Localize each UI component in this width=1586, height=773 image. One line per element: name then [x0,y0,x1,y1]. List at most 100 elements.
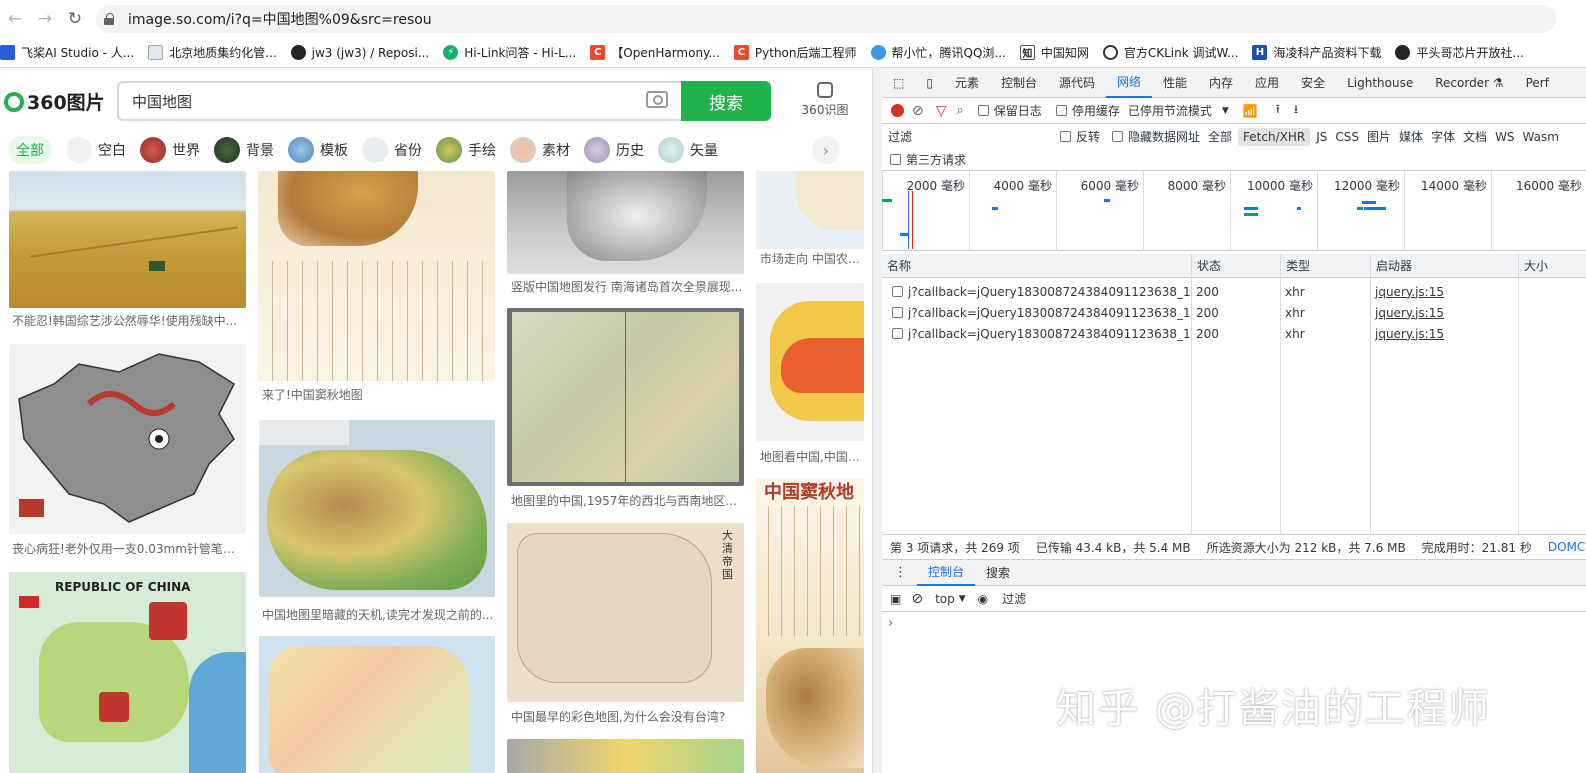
category-history[interactable]: 历史 [584,136,644,164]
tab-application[interactable]: 应用 [1244,68,1290,98]
tab-console[interactable]: 控制台 [990,68,1048,98]
bookmark-openharmony[interactable]: C 【OpenHarmony... [590,44,720,61]
result-caption[interactable]: 来了!中国窦秋地图 [262,386,496,403]
result-image-agri-map[interactable] [756,171,864,249]
column-status[interactable]: 状态 [1191,254,1280,277]
bookmark-jw3[interactable]: jw3 (jw3) / Reposi... [290,45,429,60]
result-image-political-map[interactable] [259,636,495,773]
type-filter-js[interactable]: JS [1316,130,1327,144]
tab-security[interactable]: 安全 [1290,68,1336,98]
result-image-relief-map-2[interactable]: 中国窦秋地 [756,478,864,773]
bookmark-python[interactable]: C Python后端工程师 [733,44,857,61]
type-filter-doc[interactable]: 文档 [1463,128,1487,145]
table-row[interactable]: j?callback=jQuery18300872438409112363​8_… [882,302,1586,323]
disable-cache-checkbox[interactable] [1055,105,1067,116]
bookmark-hailingke[interactable]: H 海凌科产品资料下载 [1252,44,1381,61]
result-image-relief-map-1[interactable] [258,171,495,381]
result-image-grey-map[interactable] [507,171,744,274]
table-row[interactable]: j?callback=jQuery18300872438409112363​8_… [882,323,1586,344]
bookmark-cnki[interactable]: 知中国知网 [1019,44,1089,61]
type-filter-css[interactable]: CSS [1335,130,1359,144]
sidebar-toggle-icon[interactable]: ▣ [890,592,901,606]
result-image-line-drawing-map[interactable] [9,344,246,534]
bookmark-cklink[interactable]: 官方CKLink 调试W... [1102,44,1238,61]
type-filter-xhr[interactable]: Fetch/XHR [1238,127,1311,146]
invert-checkbox[interactable] [1060,131,1071,142]
url-bar[interactable]: image.so.com/i?q=中国地图%09&src=resou [96,5,1556,33]
tab-sources[interactable]: 源代码 [1048,68,1106,98]
category-all[interactable]: 全部 [8,136,52,164]
filter-funnel-icon[interactable]: ▽ [936,103,947,119]
category-province[interactable]: 省份 [362,136,422,164]
category-world[interactable]: 世界 [140,136,200,164]
lock-icon[interactable] [104,13,116,25]
category-template[interactable]: 模板 [288,136,348,164]
result-caption[interactable]: 市场走向 中国农业地... [760,250,864,267]
network-conditions-icon[interactable]: 📶 [1243,104,1258,118]
result-image-qing-map[interactable]: 大清帝国 [507,523,744,702]
category-blank[interactable]: 空白 [66,136,126,164]
result-caption[interactable]: 地图里的中国,1957年的西北与西南地区... [511,492,745,509]
result-caption[interactable]: 不能忍!韩国综艺涉公然辱华!使用残缺中... [12,312,246,329]
result-caption[interactable]: 丧心病狂!老外仅用一支0.03mm针管笔画... [12,540,246,557]
console-filter-input[interactable]: 过滤 [1002,590,1026,607]
result-caption[interactable]: 中国最早的彩色地图,为什么会没有台湾? [511,708,745,725]
chevron-down-icon[interactable]: ▼ [1222,106,1229,116]
bookmark-feijiang[interactable]: 飞桨AI Studio - 人... [0,44,134,61]
bookmark-beijing-geology[interactable]: 北京地质集约化管... [148,44,277,61]
request-initiator-link[interactable]: jquery.js:15 [1370,302,1518,323]
tab-network[interactable]: 网络 [1106,68,1153,98]
category-material[interactable]: 素材 [510,136,570,164]
tab-performance[interactable]: 性能 [1152,68,1198,98]
type-filter-all[interactable]: 全部 [1208,128,1232,145]
search-input[interactable]: 中国地图 [117,81,683,121]
column-size[interactable]: 大小 [1518,254,1586,277]
hide-data-urls-checkbox[interactable] [1112,131,1124,142]
site-logo[interactable]: 360图片 [4,88,105,115]
forward-icon[interactable]: → [30,4,60,34]
column-initiator[interactable]: 启动器 [1370,254,1518,277]
type-filter-img[interactable]: 图片 [1367,128,1391,145]
drawer-tab-console[interactable]: 控制台 [917,560,976,586]
camera-icon[interactable] [646,91,668,108]
network-overview-timeline[interactable]: 2000 毫秒 4000 毫秒 6000 毫秒 8000 毫秒 10000 毫秒… [882,171,1586,251]
tab-recorder[interactable]: Recorder ⚗ [1424,68,1514,98]
eye-icon[interactable]: ◉ [978,592,988,606]
bookmark-hilink[interactable]: ⚡ Hi-Link问答 - Hi-L... [443,44,576,61]
result-image-terrain-steps[interactable] [756,283,864,441]
third-party-checkbox[interactable] [890,154,901,165]
result-image-colored-map[interactable] [507,739,744,773]
type-filter-media[interactable]: 媒体 [1399,128,1423,145]
type-filter-font[interactable]: 字体 [1431,128,1455,145]
bookmark-qq[interactable]: 帮小忙，腾讯QQ浏... [870,44,1006,61]
category-background[interactable]: 背景 [214,136,274,164]
console-prompt[interactable]: › [888,616,893,631]
search-icon[interactable]: ⌕ [957,103,964,118]
upload-icon[interactable]: ⭱ [1276,100,1280,121]
category-handdrawn[interactable]: 手绘 [436,136,496,164]
inspect-icon[interactable]: ⬚ [882,68,915,98]
table-row[interactable]: j?callback=jQuery18300872438409112363​8_… [882,281,1586,302]
pane-splitter[interactable] [872,68,882,773]
context-select[interactable]: top [935,592,955,606]
tab-lighthouse[interactable]: Lighthouse [1336,68,1424,98]
request-initiator-link[interactable]: jquery.js:15 [1370,323,1518,344]
filter-input[interactable]: 过滤 [888,128,1056,145]
drawer-tab-search[interactable]: 搜索 [975,560,1021,586]
record-icon[interactable] [891,104,904,117]
reload-icon[interactable]: ↻ [60,4,90,34]
chevron-down-icon[interactable]: ▼ [959,594,966,604]
image-search-button[interactable]: 360识图 [798,82,852,118]
preserve-log-checkbox[interactable] [977,105,989,116]
tab-elements[interactable]: 元素 [944,68,990,98]
category-vector[interactable]: 矢量 [658,136,718,164]
chevron-right-icon[interactable]: › [812,136,840,164]
request-initiator-link[interactable]: jquery.js:15 [1370,281,1518,302]
type-filter-wasm[interactable]: Wasm [1523,130,1559,144]
result-image-wheat-field[interactable] [9,171,246,308]
result-caption[interactable]: 地图看中国,中国的地... [760,448,864,465]
result-image-1957-map[interactable] [507,308,744,486]
result-caption[interactable]: 竖版中国地图发行 南海诸岛首次全景展现... [511,278,745,295]
clear-console-icon[interactable]: ⊘ [911,591,923,607]
bookmark-pingtouge[interactable]: 平头哥芯片开放社... [1395,44,1524,61]
